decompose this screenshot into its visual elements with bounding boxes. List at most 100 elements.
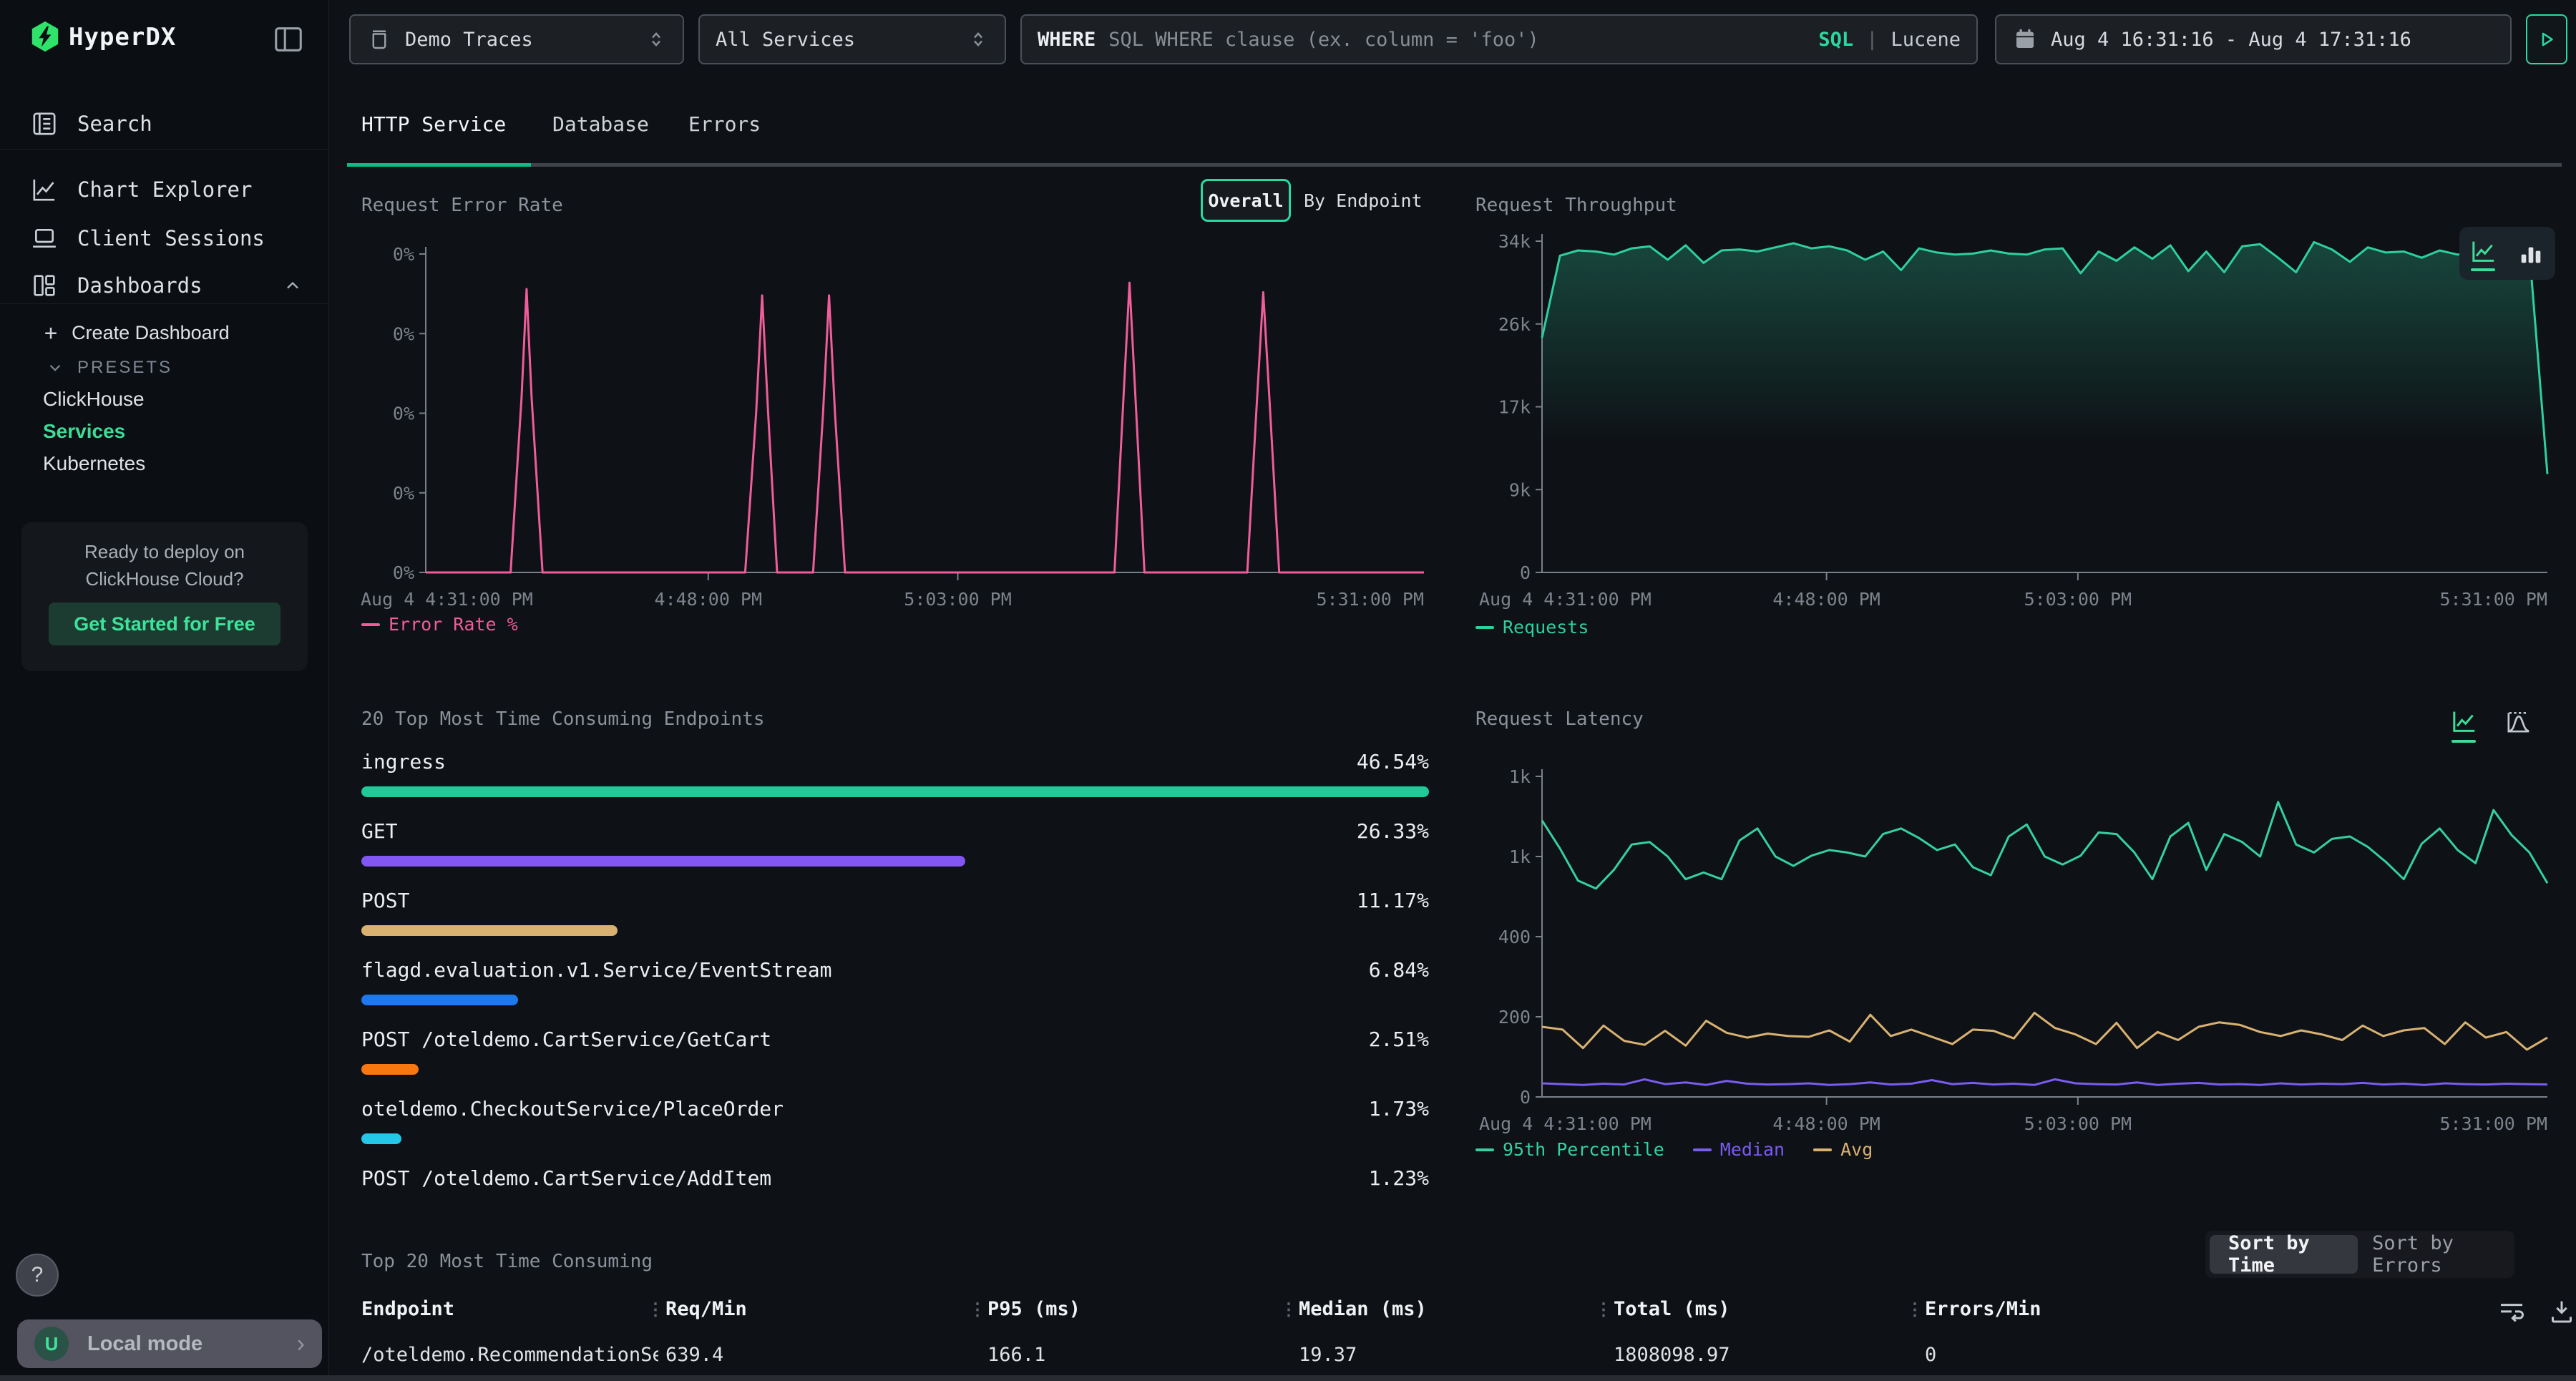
throughput-chart[interactable]: 34k26k17k9k0Aug 4 4:31:00 PM4:48:00 PM5:… [1467,172,2576,623]
sidebar-item-client-sessions[interactable]: Client Sessions [0,215,328,262]
collapse-sidebar-icon[interactable] [272,23,305,56]
sort-by-time-button[interactable]: Sort by Time [2210,1235,2358,1274]
select-chevrons-icon [967,29,989,50]
column-drag-handle[interactable]: ⋮ [1280,1299,1297,1319]
sidebar-item-label: Client Sessions [77,226,265,250]
y-tick-label: 0 [1520,1087,1531,1108]
column-header-endpoint[interactable]: Endpoint [361,1298,454,1320]
sidebar-item-kubernetes[interactable]: Kubernetes [43,452,145,475]
table-cell: 1808098.97 [1614,1344,1730,1366]
calendar-icon [2012,26,2038,52]
legend-item[interactable]: Median [1693,1139,1785,1160]
sidebar-item-services[interactable]: Services [43,420,125,443]
create-dashboard-button[interactable]: + Create Dashboard [44,321,230,346]
column-header-median-ms-[interactable]: Median (ms)⋮ [1299,1298,1427,1320]
legend-item[interactable]: Avg [1813,1139,1873,1160]
legend-swatch [1693,1148,1712,1151]
x-tick-label: 5:31:00 PM [2439,589,2547,610]
legend-item[interactable]: 95th Percentile [1475,1139,1664,1160]
sql-mode-toggle[interactable]: SQL [1818,29,1853,51]
column-header-p95-ms-[interactable]: P95 (ms)⋮ [987,1298,1080,1320]
service-select[interactable]: All Services [698,14,1006,64]
chevron-right-icon: › [297,1330,305,1358]
endpoint-row[interactable]: oteldemo.CheckoutService/PlaceOrder1.73% [361,1097,1429,1144]
column-header-total-ms-[interactable]: Total (ms)⋮ [1614,1298,1730,1320]
x-tick-label: 4:48:00 PM [655,589,763,610]
series-line-Median [1542,1079,2547,1085]
user-menu[interactable]: U Local mode › [17,1319,322,1368]
y-tick-label: 200 [1498,1007,1531,1028]
y-tick-label: 1k [1509,846,1531,867]
sidebar-item-dashboards[interactable]: Dashboards [0,262,328,309]
tab-database[interactable]: Database [552,107,649,140]
help-button[interactable]: ? [16,1254,59,1297]
column-drag-handle[interactable]: ⋮ [1906,1299,1923,1319]
endpoint-label: ingress [361,750,446,774]
legend-label: Avg [1840,1139,1873,1160]
sidebar-item-search[interactable]: Search [0,100,328,147]
column-drag-handle[interactable]: ⋮ [647,1299,664,1319]
endpoint-percent: 11.17% [1357,889,1429,912]
column-drag-handle[interactable]: ⋮ [969,1299,986,1319]
endpoint-percent: 1.73% [1369,1097,1429,1121]
x-tick-label: 4:48:00 PM [1772,589,1880,610]
tab-http-service[interactable]: HTTP Service [361,107,506,140]
endpoint-row[interactable]: POST /oteldemo.CartService/GetCart2.51% [361,1028,1429,1075]
dashboards-icon [30,271,59,300]
by-endpoint-button[interactable]: By Endpoint [1304,179,1423,222]
sort-by-errors-button[interactable]: Sort by Errors [2363,1232,2510,1277]
column-drag-handle[interactable]: ⋮ [1595,1299,1612,1319]
lucene-mode-toggle[interactable]: Lucene [1890,29,1961,51]
run-query-button[interactable] [2526,14,2567,64]
legend-swatch [1475,626,1494,629]
x-tick-label: 4:48:00 PM [1772,1113,1880,1134]
tab-errors[interactable]: Errors [688,107,761,140]
line-chart-toggle[interactable] [2469,237,2498,270]
legend-item[interactable]: Error Rate % [361,614,518,635]
column-header-errors-min[interactable]: Errors/Min⋮ [1925,1298,2041,1320]
latency-chart[interactable]: 1k1k4002000Aug 4 4:31:00 PM4:48:00 PM5:0… [1467,701,2576,1159]
table-tools [2497,1297,2576,1325]
endpoint-bar [361,1133,401,1144]
chevron-down-icon [46,358,64,377]
endpoint-row[interactable]: GET26.33% [361,819,1429,867]
sidebar-item-chart-explorer[interactable]: Chart Explorer [0,166,328,213]
legend-item[interactable]: Requests [1475,617,1589,638]
endpoint-bar [361,786,1429,797]
column-header-req-min[interactable]: Req/Min⋮ [665,1298,747,1320]
endpoint-row[interactable]: POST11.17% [361,889,1429,936]
where-input[interactable] [1108,29,1805,51]
series-line-Error Rate % [426,283,1424,572]
presets-toggle[interactable]: PRESETS [46,358,172,378]
error-rate-chart[interactable]: 0%0%0%0%0%Aug 4 4:31:00 PM4:48:00 PM5:03… [351,236,1431,623]
sort-toggle-group: Sort by Time Sort by Errors [2205,1231,2514,1278]
endpoint-row[interactable]: ingress 46.54% [361,750,1429,797]
y-tick-label: 34k [1498,231,1531,252]
local-mode-label: Local mode [87,1332,278,1356]
table-row[interactable]: /oteldemo.RecommendationServ639.4166.119… [351,1344,2497,1374]
sidebar-item-clickhouse[interactable]: ClickHouse [43,388,145,411]
table-cell: 639.4 [665,1344,723,1366]
endpoint-percent: 2.51% [1369,1028,1429,1051]
y-tick-label: 26k [1498,314,1531,335]
bar-chart-icon[interactable] [2517,239,2545,268]
x-tick-label: Aug 4 4:31:00 PM [1479,589,1652,610]
endpoint-bar [361,856,965,867]
wrap-lines-icon[interactable] [2497,1297,2526,1325]
source-select[interactable]: Demo Traces [349,14,684,64]
y-tick-label: 0% [393,323,414,344]
legend-swatch [361,623,380,626]
download-icon[interactable] [2547,1297,2576,1325]
endpoint-row[interactable]: flagd.evaluation.v1.Service/EventStream6… [361,958,1429,1005]
endpoint-percent: 6.84% [1369,958,1429,982]
time-range-picker[interactable]: Aug 4 16:31:16 - Aug 4 17:31:16 [1995,14,2512,64]
endpoint-row[interactable]: POST /oteldemo.CartService/AddItem1.23% [361,1166,1429,1199]
x-tick-label: 5:03:00 PM [2024,1113,2132,1134]
y-tick-label: 0% [393,404,414,424]
tab-active-indicator [347,163,531,167]
legend-label: Requests [1503,617,1589,638]
get-started-button[interactable]: Get Started for Free [49,602,280,645]
legend-label: 95th Percentile [1503,1139,1664,1160]
endpoint-percent: 46.54% [1357,750,1429,774]
overall-button[interactable]: Overall [1201,179,1291,222]
